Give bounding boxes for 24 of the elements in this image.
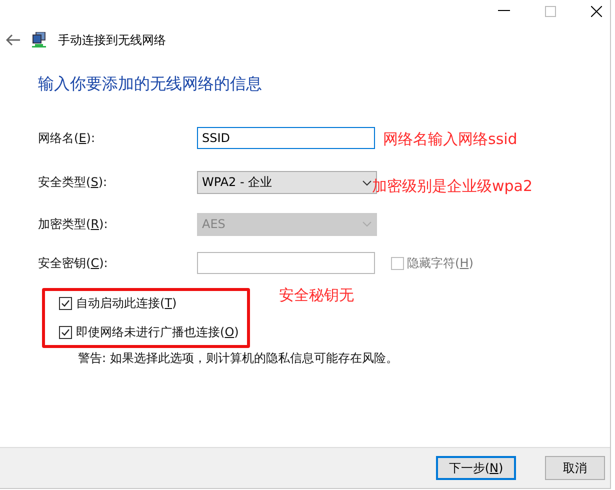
field-label: 安全类型(S): bbox=[38, 174, 108, 191]
annotation-text: 安全秘钥无 bbox=[279, 286, 354, 304]
window-title: 手动连接到无线网络 bbox=[58, 32, 166, 48]
security-key-field[interactable] bbox=[197, 252, 375, 274]
checkbox-label: 自动启动此连接(T) bbox=[76, 295, 177, 312]
checkbox[interactable] bbox=[59, 297, 72, 310]
chevron-icon bbox=[362, 180, 372, 186]
next-button[interactable]: 下一步(N) bbox=[436, 456, 516, 480]
page-heading: 输入你要添加的无线网络的信息 bbox=[38, 74, 263, 95]
annotation-text: 网络名输入网络ssid bbox=[383, 130, 518, 148]
checkbox[interactable] bbox=[59, 326, 72, 339]
checkbox-label: 即使网络未进行广播也连接(O) bbox=[76, 324, 239, 341]
chevron-icon bbox=[362, 221, 372, 227]
close-icon[interactable] bbox=[590, 6, 602, 16]
field-label: 安全密钥(C): bbox=[38, 254, 109, 272]
back-arrow-icon[interactable] bbox=[6, 34, 20, 46]
minimize-icon[interactable] bbox=[498, 10, 510, 12]
cancel-button[interactable]: 取消 bbox=[545, 456, 605, 480]
field-label: 加密类型(R): bbox=[38, 216, 109, 232]
network-name-field[interactable]: SSID bbox=[197, 127, 375, 149]
checkbox-label: 隐藏字符(H) bbox=[407, 254, 474, 272]
warning-text: 警告: 如果选择此选项，则计算机的隐私信息可能存在风险。 bbox=[78, 350, 399, 367]
network-computer-icon bbox=[32, 32, 46, 48]
field-label: 网络名(E): bbox=[38, 130, 96, 146]
